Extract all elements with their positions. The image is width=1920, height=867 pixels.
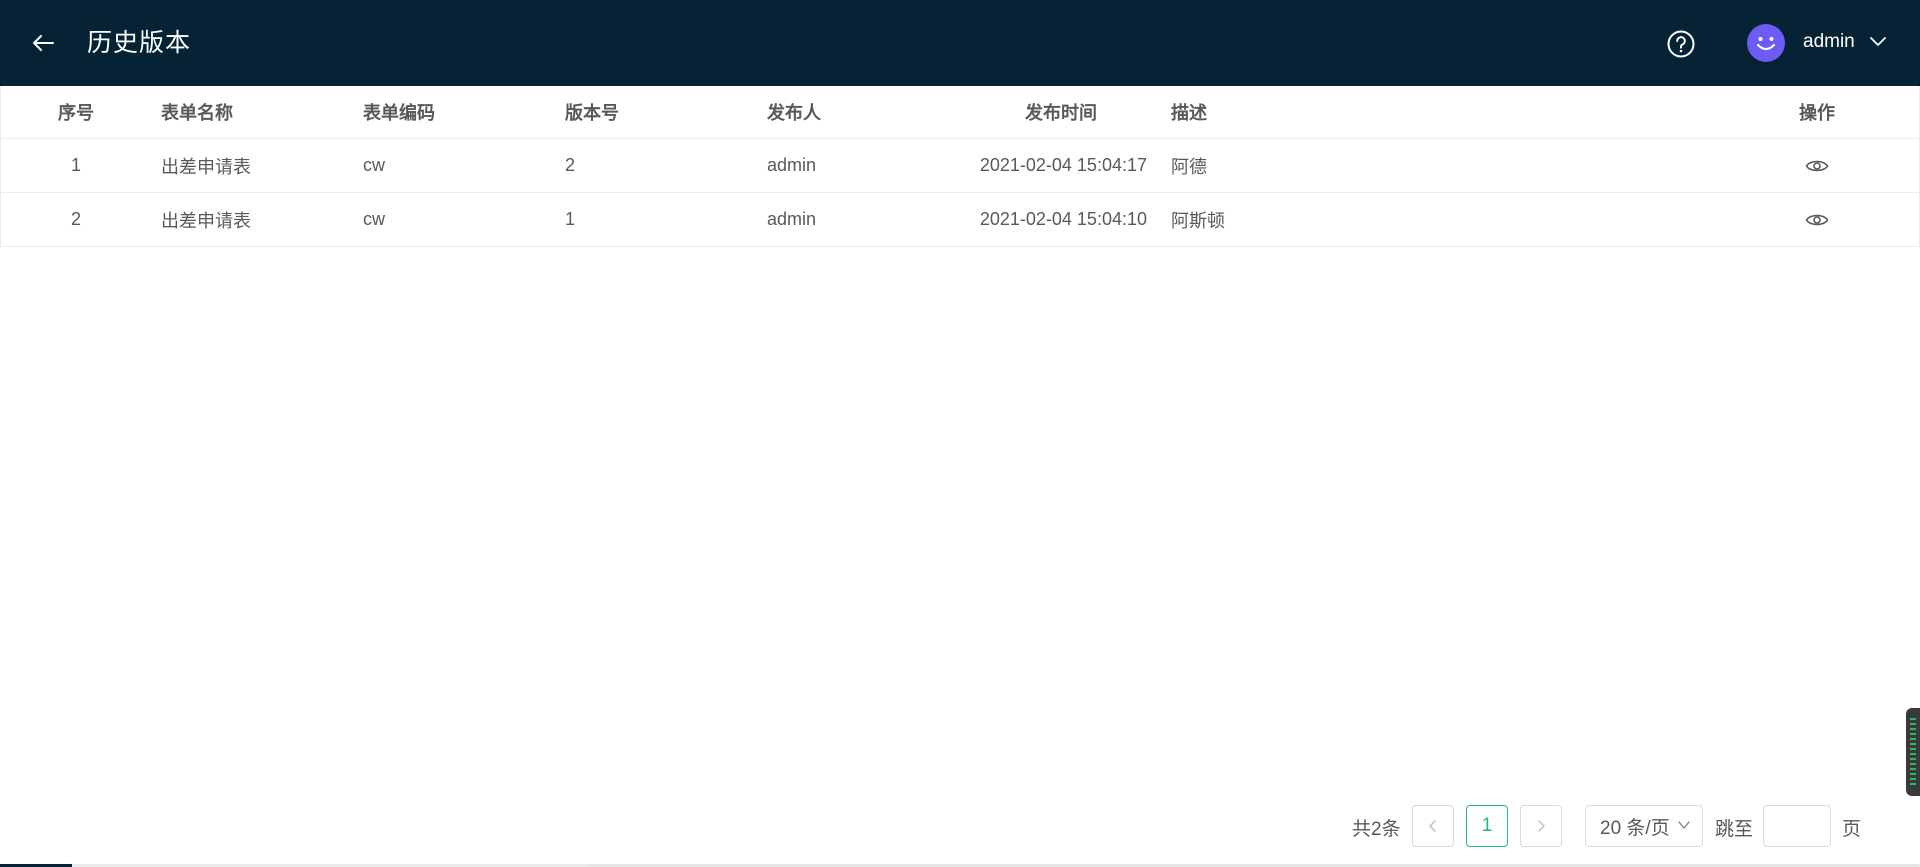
cell-form-code: cw xyxy=(363,155,385,175)
table-row: 1 出差申请表 cw 2 admin 2021-02-04 15:04:17 阿… xyxy=(1,139,1919,193)
username[interactable]: admin xyxy=(1803,29,1855,55)
goto-suffix: 页 xyxy=(1842,818,1862,840)
col-header-form-code: 表单编码 xyxy=(363,103,435,123)
cell-description: 阿斯顿 xyxy=(1171,210,1225,231)
col-header-index: 序号 xyxy=(58,103,94,123)
cell-publisher: admin xyxy=(767,209,817,229)
table-row: 2 出差申请表 cw 1 admin 2021-02-04 15:04:10 阿… xyxy=(1,193,1919,247)
col-header-publish-time: 发布时间 xyxy=(1025,103,1097,123)
table-header-row: 序号 表单名称 表单编码 版本号 发布人 发布时间 描述 操作 xyxy=(1,86,1919,139)
col-header-form-name: 表单名称 xyxy=(161,103,233,123)
top-bar: 历史版本 admin xyxy=(0,0,1920,86)
cell-form-code: cw xyxy=(363,209,385,229)
prev-page-button[interactable] xyxy=(1412,805,1454,847)
help-button[interactable] xyxy=(1666,29,1696,59)
smile-avatar-icon xyxy=(1756,37,1776,51)
pagination-total: 共2条 xyxy=(1352,818,1401,840)
page-number-button[interactable]: 1 xyxy=(1466,805,1508,847)
question-circle-icon xyxy=(1667,30,1695,58)
col-header-actions: 操作 xyxy=(1799,103,1835,123)
view-button[interactable] xyxy=(1804,207,1830,233)
goto-page-input[interactable] xyxy=(1763,805,1831,847)
goto-label: 跳至 xyxy=(1715,818,1754,840)
cell-index: 1 xyxy=(70,155,81,175)
chevron-down-icon xyxy=(1678,821,1690,829)
eye-icon xyxy=(1805,214,1829,225)
side-float-widget[interactable] xyxy=(1906,708,1920,796)
chevron-left-icon xyxy=(1429,820,1436,832)
cell-version: 2 xyxy=(565,155,576,175)
cell-form-name: 出差申请表 xyxy=(161,210,251,231)
page-title: 历史版本 xyxy=(87,29,192,57)
arrow-left-icon xyxy=(33,35,54,51)
chevron-down-icon[interactable] xyxy=(1868,32,1888,52)
avatar[interactable] xyxy=(1747,24,1785,62)
cell-index: 2 xyxy=(70,209,81,229)
view-button[interactable] xyxy=(1804,153,1830,179)
cell-publisher: admin xyxy=(767,155,817,175)
page-size-value: 20 条/页 xyxy=(1600,817,1670,839)
col-header-publisher: 发布人 xyxy=(767,103,821,123)
cell-publish-time: 2021-02-04 15:04:10 xyxy=(979,209,1147,229)
history-table: 序号 表单名称 表单编码 版本号 发布人 发布时间 描述 操作 1 出差申请表 … xyxy=(0,86,1920,247)
cell-actions xyxy=(1781,193,1853,246)
eye-icon xyxy=(1805,160,1829,171)
next-page-button[interactable] xyxy=(1520,805,1562,847)
chevron-right-icon xyxy=(1538,820,1545,832)
pagination: 共2条 1 20 条/页 跳至 页 xyxy=(0,805,1920,849)
cell-form-name: 出差申请表 xyxy=(161,156,251,177)
back-button[interactable] xyxy=(28,26,58,60)
cell-publish-time: 2021-02-04 15:04:17 xyxy=(979,155,1147,175)
cell-version: 1 xyxy=(565,209,576,229)
page-size-select[interactable]: 20 条/页 xyxy=(1585,805,1703,847)
level-bars-icon xyxy=(1910,718,1916,788)
col-header-description: 描述 xyxy=(1171,103,1207,123)
cell-description: 阿德 xyxy=(1171,156,1207,177)
cell-actions xyxy=(1781,139,1853,192)
col-header-version: 版本号 xyxy=(565,103,619,123)
